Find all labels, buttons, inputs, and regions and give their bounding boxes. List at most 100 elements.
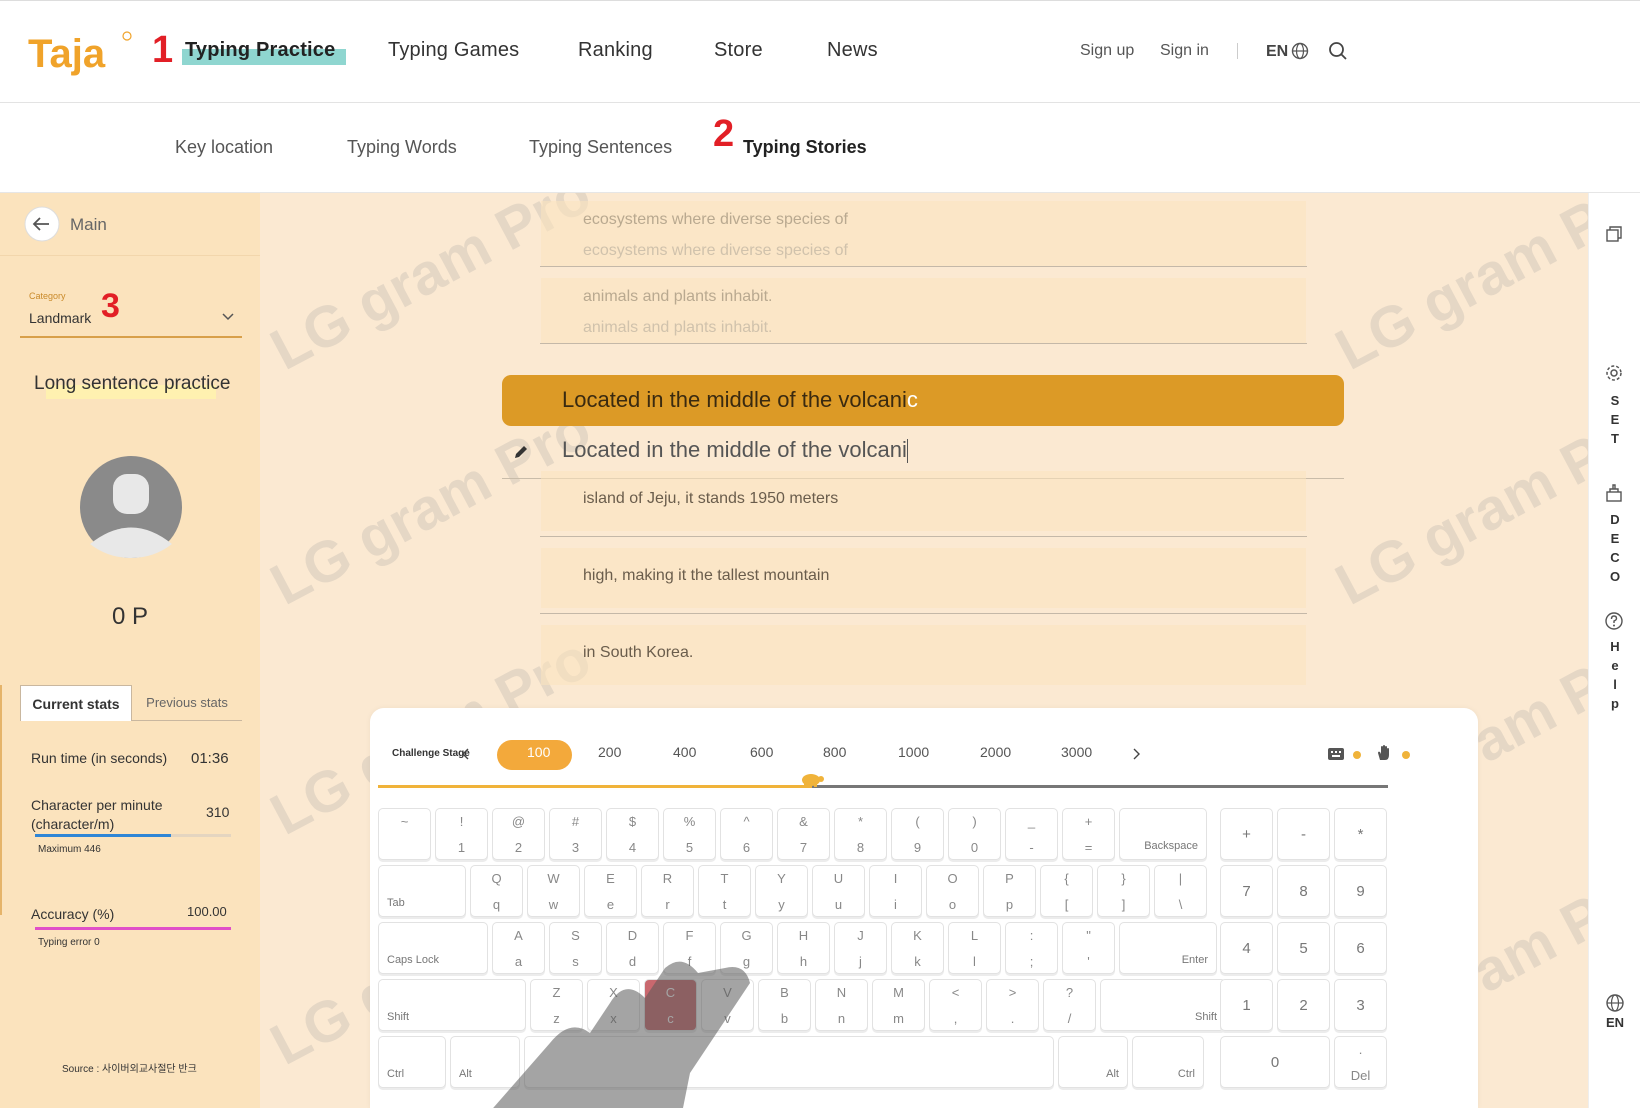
key-i[interactable]: Ii xyxy=(869,865,922,917)
key-~[interactable]: ~ xyxy=(378,808,431,860)
numpad-9[interactable]: 9 xyxy=(1334,865,1387,917)
stage-2000[interactable]: 2000 xyxy=(980,744,1011,760)
language-label[interactable]: EN xyxy=(1589,1015,1640,1030)
search-icon[interactable] xyxy=(1328,41,1348,61)
key-9[interactable]: (9 xyxy=(891,808,944,860)
stage-200[interactable]: 200 xyxy=(598,744,621,760)
key-e[interactable]: Ee xyxy=(584,865,637,917)
key-8[interactable]: * 8 xyxy=(834,808,887,860)
help-label[interactable]: Help xyxy=(1589,637,1640,713)
key-1[interactable]: ! 1 xyxy=(435,808,488,860)
key-ctrl-right[interactable]: Ctrl xyxy=(1132,1036,1204,1088)
key-.[interactable]: >. xyxy=(986,979,1039,1031)
key-][interactable]: }] xyxy=(1097,865,1150,917)
key-backspace[interactable]: Backspace xyxy=(1119,808,1207,860)
sign-in-link[interactable]: Sign in xyxy=(1160,42,1209,60)
sign-up-link[interactable]: Sign up xyxy=(1080,42,1134,60)
set-label[interactable]: SET xyxy=(1589,391,1640,448)
tab-current-stats[interactable]: Current stats xyxy=(20,685,132,721)
key-alt-right[interactable]: Alt xyxy=(1058,1036,1128,1088)
back-row[interactable]: Main xyxy=(0,193,260,256)
key-t[interactable]: Tt xyxy=(698,865,751,917)
globe-icon[interactable] xyxy=(1605,993,1625,1013)
gear-icon[interactable] xyxy=(1604,363,1624,383)
keyboard-icon[interactable] xyxy=(1327,747,1345,761)
key-;[interactable]: :; xyxy=(1005,922,1058,974)
key-m[interactable]: Mm xyxy=(872,979,925,1031)
window-icon[interactable] xyxy=(1605,225,1623,243)
key-[[interactable]: {[ xyxy=(1040,865,1093,917)
back-arrow-icon[interactable] xyxy=(24,206,60,242)
numpad-1[interactable]: 1 xyxy=(1220,979,1273,1031)
key-tab[interactable]: Tab xyxy=(378,865,466,917)
key-4[interactable]: $4 xyxy=(606,808,659,860)
key-\[interactable]: | \ xyxy=(1154,865,1207,917)
key-n[interactable]: Nn xyxy=(815,979,868,1031)
key-y[interactable]: Yy xyxy=(755,865,808,917)
chevron-down-icon[interactable] xyxy=(222,313,234,321)
stage-400[interactable]: 400 xyxy=(673,744,696,760)
stage-800[interactable]: 800 xyxy=(823,744,846,760)
key-'[interactable]: " ' xyxy=(1062,922,1115,974)
numpad-3[interactable]: 3 xyxy=(1334,979,1387,1031)
chevron-left-icon[interactable] xyxy=(462,748,470,760)
numpad-7[interactable]: 7 xyxy=(1220,865,1273,917)
key-shift-right[interactable]: Shift xyxy=(1100,979,1226,1031)
numpad-*[interactable]: * xyxy=(1334,808,1387,860)
stage-1000[interactable]: 1000 xyxy=(898,744,929,760)
key-7[interactable]: & 7 xyxy=(777,808,830,860)
key-=[interactable]: + = xyxy=(1062,808,1115,860)
key-q[interactable]: Qq xyxy=(470,865,523,917)
chevron-right-icon[interactable] xyxy=(1132,748,1140,760)
tab-typing-stories[interactable]: Typing Stories xyxy=(743,137,867,158)
deco-icon[interactable] xyxy=(1604,483,1624,503)
key-2[interactable]: @2 xyxy=(492,808,545,860)
back-label[interactable]: Main xyxy=(70,215,107,235)
key-,[interactable]: <, xyxy=(929,979,982,1031)
nav-typing-games[interactable]: Typing Games xyxy=(388,39,519,62)
key-enter[interactable]: Enter xyxy=(1119,922,1217,974)
stage-3000[interactable]: 3000 xyxy=(1061,744,1092,760)
stage-100[interactable]: 100 xyxy=(527,744,550,760)
key-ctrl-left[interactable]: Ctrl xyxy=(378,1036,446,1088)
category-value[interactable]: Landmark xyxy=(29,310,91,326)
tab-previous-stats[interactable]: Previous stats xyxy=(132,685,242,721)
key-6[interactable]: ^ 6 xyxy=(720,808,773,860)
numpad--[interactable]: - xyxy=(1277,808,1330,860)
nav-store[interactable]: Store xyxy=(714,39,763,62)
key-w[interactable]: Ww xyxy=(527,865,580,917)
numpad-del[interactable]: . Del xyxy=(1334,1036,1387,1088)
numpad-8[interactable]: 8 xyxy=(1277,865,1330,917)
key-3[interactable]: #3 xyxy=(549,808,602,860)
numpad-5[interactable]: 5 xyxy=(1277,922,1330,974)
tab-key-location[interactable]: Key location xyxy=(175,137,273,158)
key-l[interactable]: Ll xyxy=(948,922,1001,974)
language-selector[interactable]: EN xyxy=(1266,43,1288,61)
key-p[interactable]: Pp xyxy=(983,865,1036,917)
numpad-4[interactable]: 4 xyxy=(1220,922,1273,974)
nav-typing-practice[interactable]: Typing Practice xyxy=(185,39,335,62)
stage-600[interactable]: 600 xyxy=(750,744,773,760)
key-0[interactable]: ) 0 xyxy=(948,808,1001,860)
key--[interactable]: _ - xyxy=(1005,808,1058,860)
numpad-2[interactable]: 2 xyxy=(1277,979,1330,1031)
nav-ranking[interactable]: Ranking xyxy=(578,39,653,62)
deco-label[interactable]: DECO xyxy=(1589,510,1640,586)
key-/[interactable]: ? / xyxy=(1043,979,1096,1031)
tab-typing-sentences[interactable]: Typing Sentences xyxy=(529,137,672,158)
key-u[interactable]: Uu xyxy=(812,865,865,917)
tab-typing-words[interactable]: Typing Words xyxy=(347,137,457,158)
numpad-6[interactable]: 6 xyxy=(1334,922,1387,974)
numpad-0[interactable]: 0 xyxy=(1220,1036,1330,1088)
key-j[interactable]: Jj xyxy=(834,922,887,974)
numpad-+[interactable]: + xyxy=(1220,808,1273,860)
nav-news[interactable]: News xyxy=(827,39,878,62)
globe-icon[interactable] xyxy=(1291,42,1309,60)
hand-icon[interactable] xyxy=(1375,744,1393,762)
typing-input-text[interactable]: Located in the middle of the volcani xyxy=(562,437,908,464)
key-5[interactable]: % 5 xyxy=(663,808,716,860)
help-icon[interactable] xyxy=(1604,611,1624,631)
key-r[interactable]: Rr xyxy=(641,865,694,917)
taja-logo[interactable]: Taja xyxy=(26,27,136,81)
key-k[interactable]: Kk xyxy=(891,922,944,974)
